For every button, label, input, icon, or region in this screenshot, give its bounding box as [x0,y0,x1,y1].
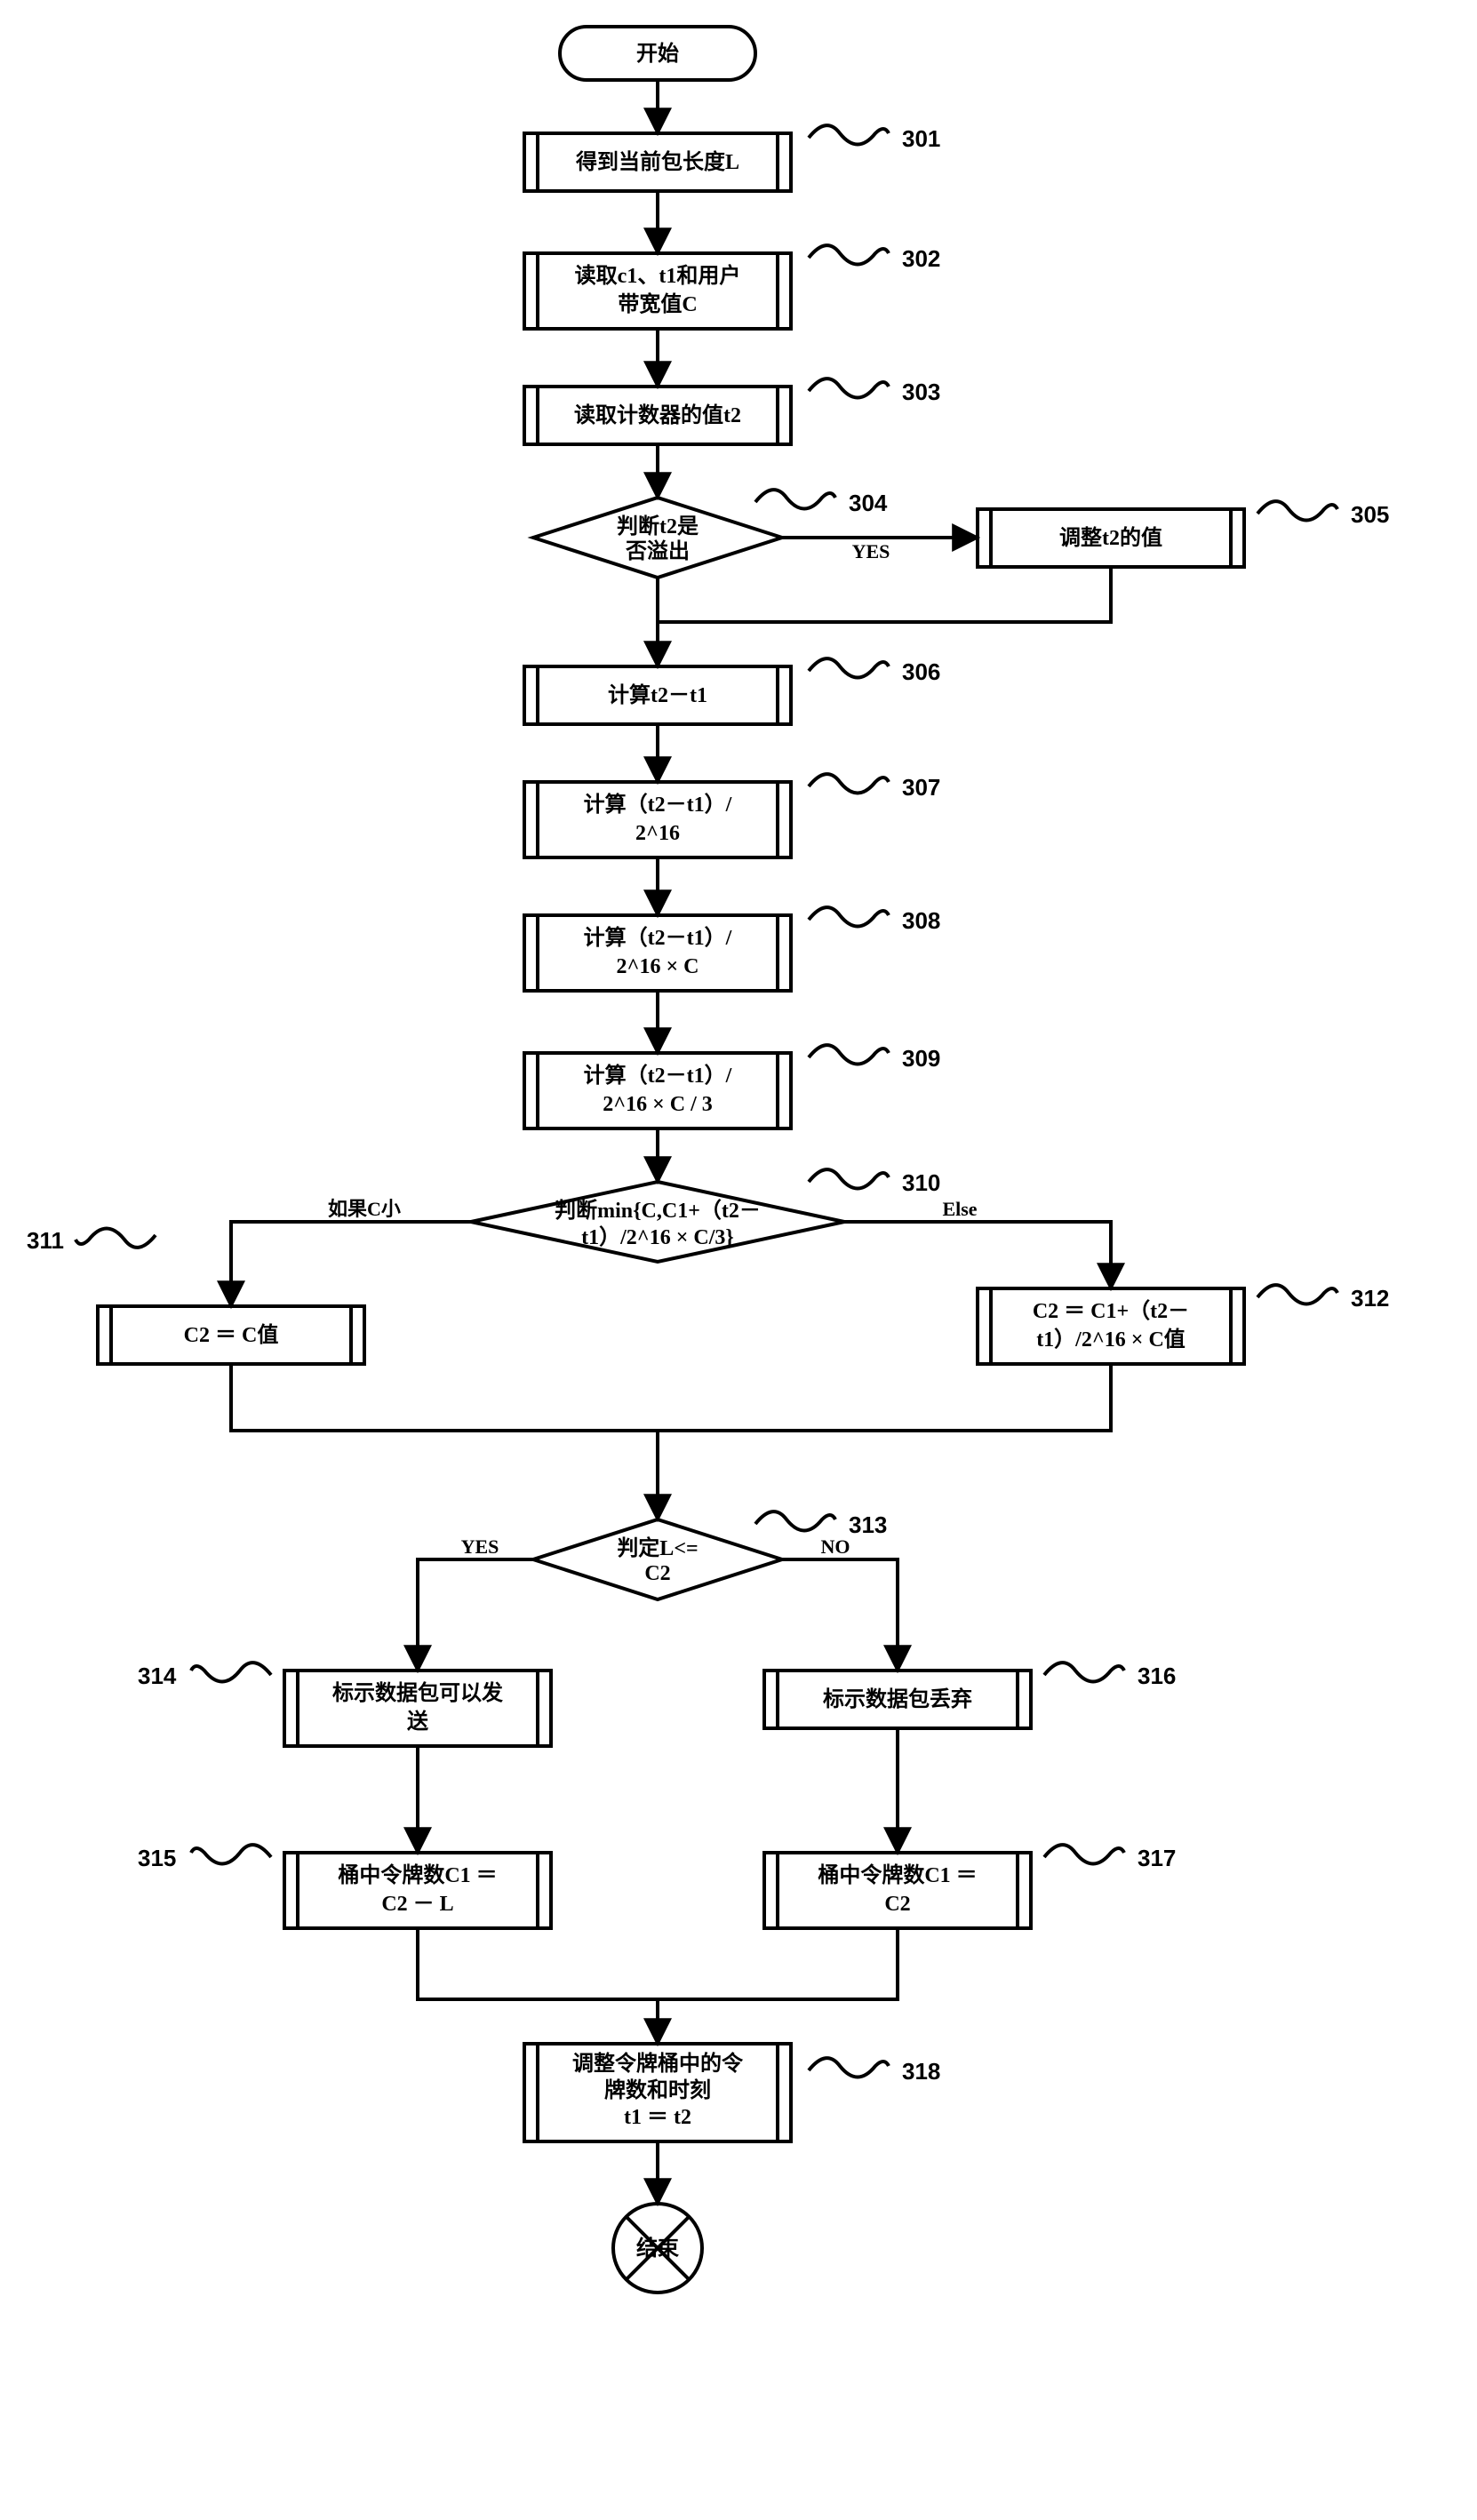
svg-text:得到当前包长度L: 得到当前包长度L [575,149,739,174]
process-317: 桶中令牌数C1 ＝ C2 [764,1853,1031,1928]
edge-313-yes: YES [461,1535,499,1558]
svg-text:2^16: 2^16 [635,822,680,845]
svg-text:调整t2的值: 调整t2的值 [1059,525,1162,550]
svg-text:标示数据包可以发: 标示数据包可以发 [332,1680,503,1705]
process-312: C2 ＝ C1+（t2－ t1）/2^16 × C值 [978,1288,1244,1364]
svg-text:开始: 开始 [636,42,679,66]
svg-text:结束: 结束 [636,2237,680,2261]
svg-text:计算（t2－t1）/: 计算（t2－t1）/ [584,792,732,817]
label-310: 310 [902,1169,940,1196]
edge-304-yes: YES [852,540,890,562]
label-312: 312 [1351,1285,1389,1312]
label-315: 315 [138,1845,176,1871]
svg-text:计算（t2－t1）/: 计算（t2－t1）/ [584,1063,732,1088]
label-305: 305 [1351,501,1389,528]
svg-text:t1）/2^16 × C值: t1）/2^16 × C值 [1036,1327,1186,1352]
label-313: 313 [849,1511,887,1538]
decision-304: 判断t2是 否溢出 [533,498,782,578]
svg-text:带宽值C: 带宽值C [618,291,697,316]
svg-text:计算（t2－t1）/: 计算（t2－t1）/ [584,925,732,950]
process-309: 计算（t2－t1）/ 2^16 × C / 3 [524,1053,791,1128]
label-318: 318 [902,2058,940,2085]
svg-text:2^16 × C / 3: 2^16 × C / 3 [603,1093,713,1116]
label-308: 308 [902,907,940,934]
process-306: 计算t2－t1 [524,666,791,724]
edge-310-left: 如果C小 [328,1198,401,1220]
svg-text:读取c1、t1和用户: 读取c1、t1和用户 [575,263,741,288]
label-307: 307 [902,774,940,801]
svg-text:判定L<=: 判定L<= [617,1535,698,1560]
svg-text:C2 ＝ C1+（t2－: C2 ＝ C1+（t2－ [1033,1299,1189,1323]
start-node: 开始 [560,27,755,80]
label-301: 301 [902,125,940,152]
label-317: 317 [1138,1845,1176,1871]
label-316: 316 [1138,1663,1176,1689]
end-node: 结束 [613,2204,702,2293]
svg-text:t1 ＝ t2: t1 ＝ t2 [624,2106,691,2129]
svg-text:判断t2是: 判断t2是 [617,514,699,538]
process-307: 计算（t2－t1）/ 2^16 [524,782,791,857]
svg-text:C2: C2 [884,1893,910,1916]
label-304: 304 [849,490,888,516]
svg-text:2^16 × C: 2^16 × C [617,955,699,978]
svg-text:标示数据包丢弃: 标示数据包丢弃 [823,1687,972,1711]
svg-text:t1）/2^16 × C/3}: t1）/2^16 × C/3} [581,1225,734,1249]
svg-text:读取计数器的值t2: 读取计数器的值t2 [574,403,741,427]
label-303: 303 [902,379,940,405]
svg-text:计算t2－t1: 计算t2－t1 [608,682,707,707]
flowchart-svg: 开始 得到当前包长度L 301 读取c1、t1和用户 带宽值C 302 读取计数… [9,9,1477,2511]
process-302: 读取c1、t1和用户 带宽值C [524,253,791,329]
svg-text:牌数和时刻: 牌数和时刻 [604,2077,711,2102]
process-311: C2 ＝ C值 [98,1306,364,1364]
svg-text:判断min{C,C1+（t2－: 判断min{C,C1+（t2－ [555,1198,761,1223]
edge-313-no: NO [821,1535,850,1558]
svg-text:C2 ＝ C值: C2 ＝ C值 [184,1322,279,1347]
svg-text:调整令牌桶中的令: 调整令牌桶中的令 [572,2051,744,2076]
process-303: 读取计数器的值t2 [524,387,791,444]
label-314: 314 [138,1663,177,1689]
edge-310-right: Else [942,1198,977,1220]
svg-text:送: 送 [407,1709,429,1734]
process-314: 标示数据包可以发 送 [284,1671,551,1746]
process-318: 调整令牌桶中的令 牌数和时刻 t1 ＝ t2 [524,2044,791,2141]
svg-text:桶中令牌数C1 ＝: 桶中令牌数C1 ＝ [818,1862,977,1887]
decision-313: 判定L<= C2 [533,1519,782,1599]
process-316: 标示数据包丢弃 [764,1671,1031,1728]
process-315: 桶中令牌数C1 ＝ C2 － L [284,1853,551,1928]
svg-text:C2: C2 [644,1562,670,1585]
label-302: 302 [902,245,940,272]
label-306: 306 [902,658,940,685]
svg-text:否溢出: 否溢出 [625,538,690,563]
label-309: 309 [902,1045,940,1072]
process-301: 得到当前包长度L [524,133,791,191]
svg-text:C2 － L: C2 － L [381,1893,453,1916]
label-311: 311 [27,1227,64,1254]
svg-text:桶中令牌数C1 ＝: 桶中令牌数C1 ＝ [338,1862,497,1887]
decision-310: 判断min{C,C1+（t2－ t1）/2^16 × C/3} [471,1182,844,1262]
process-308: 计算（t2－t1）/ 2^16 × C [524,915,791,991]
process-305: 调整t2的值 [978,509,1244,567]
